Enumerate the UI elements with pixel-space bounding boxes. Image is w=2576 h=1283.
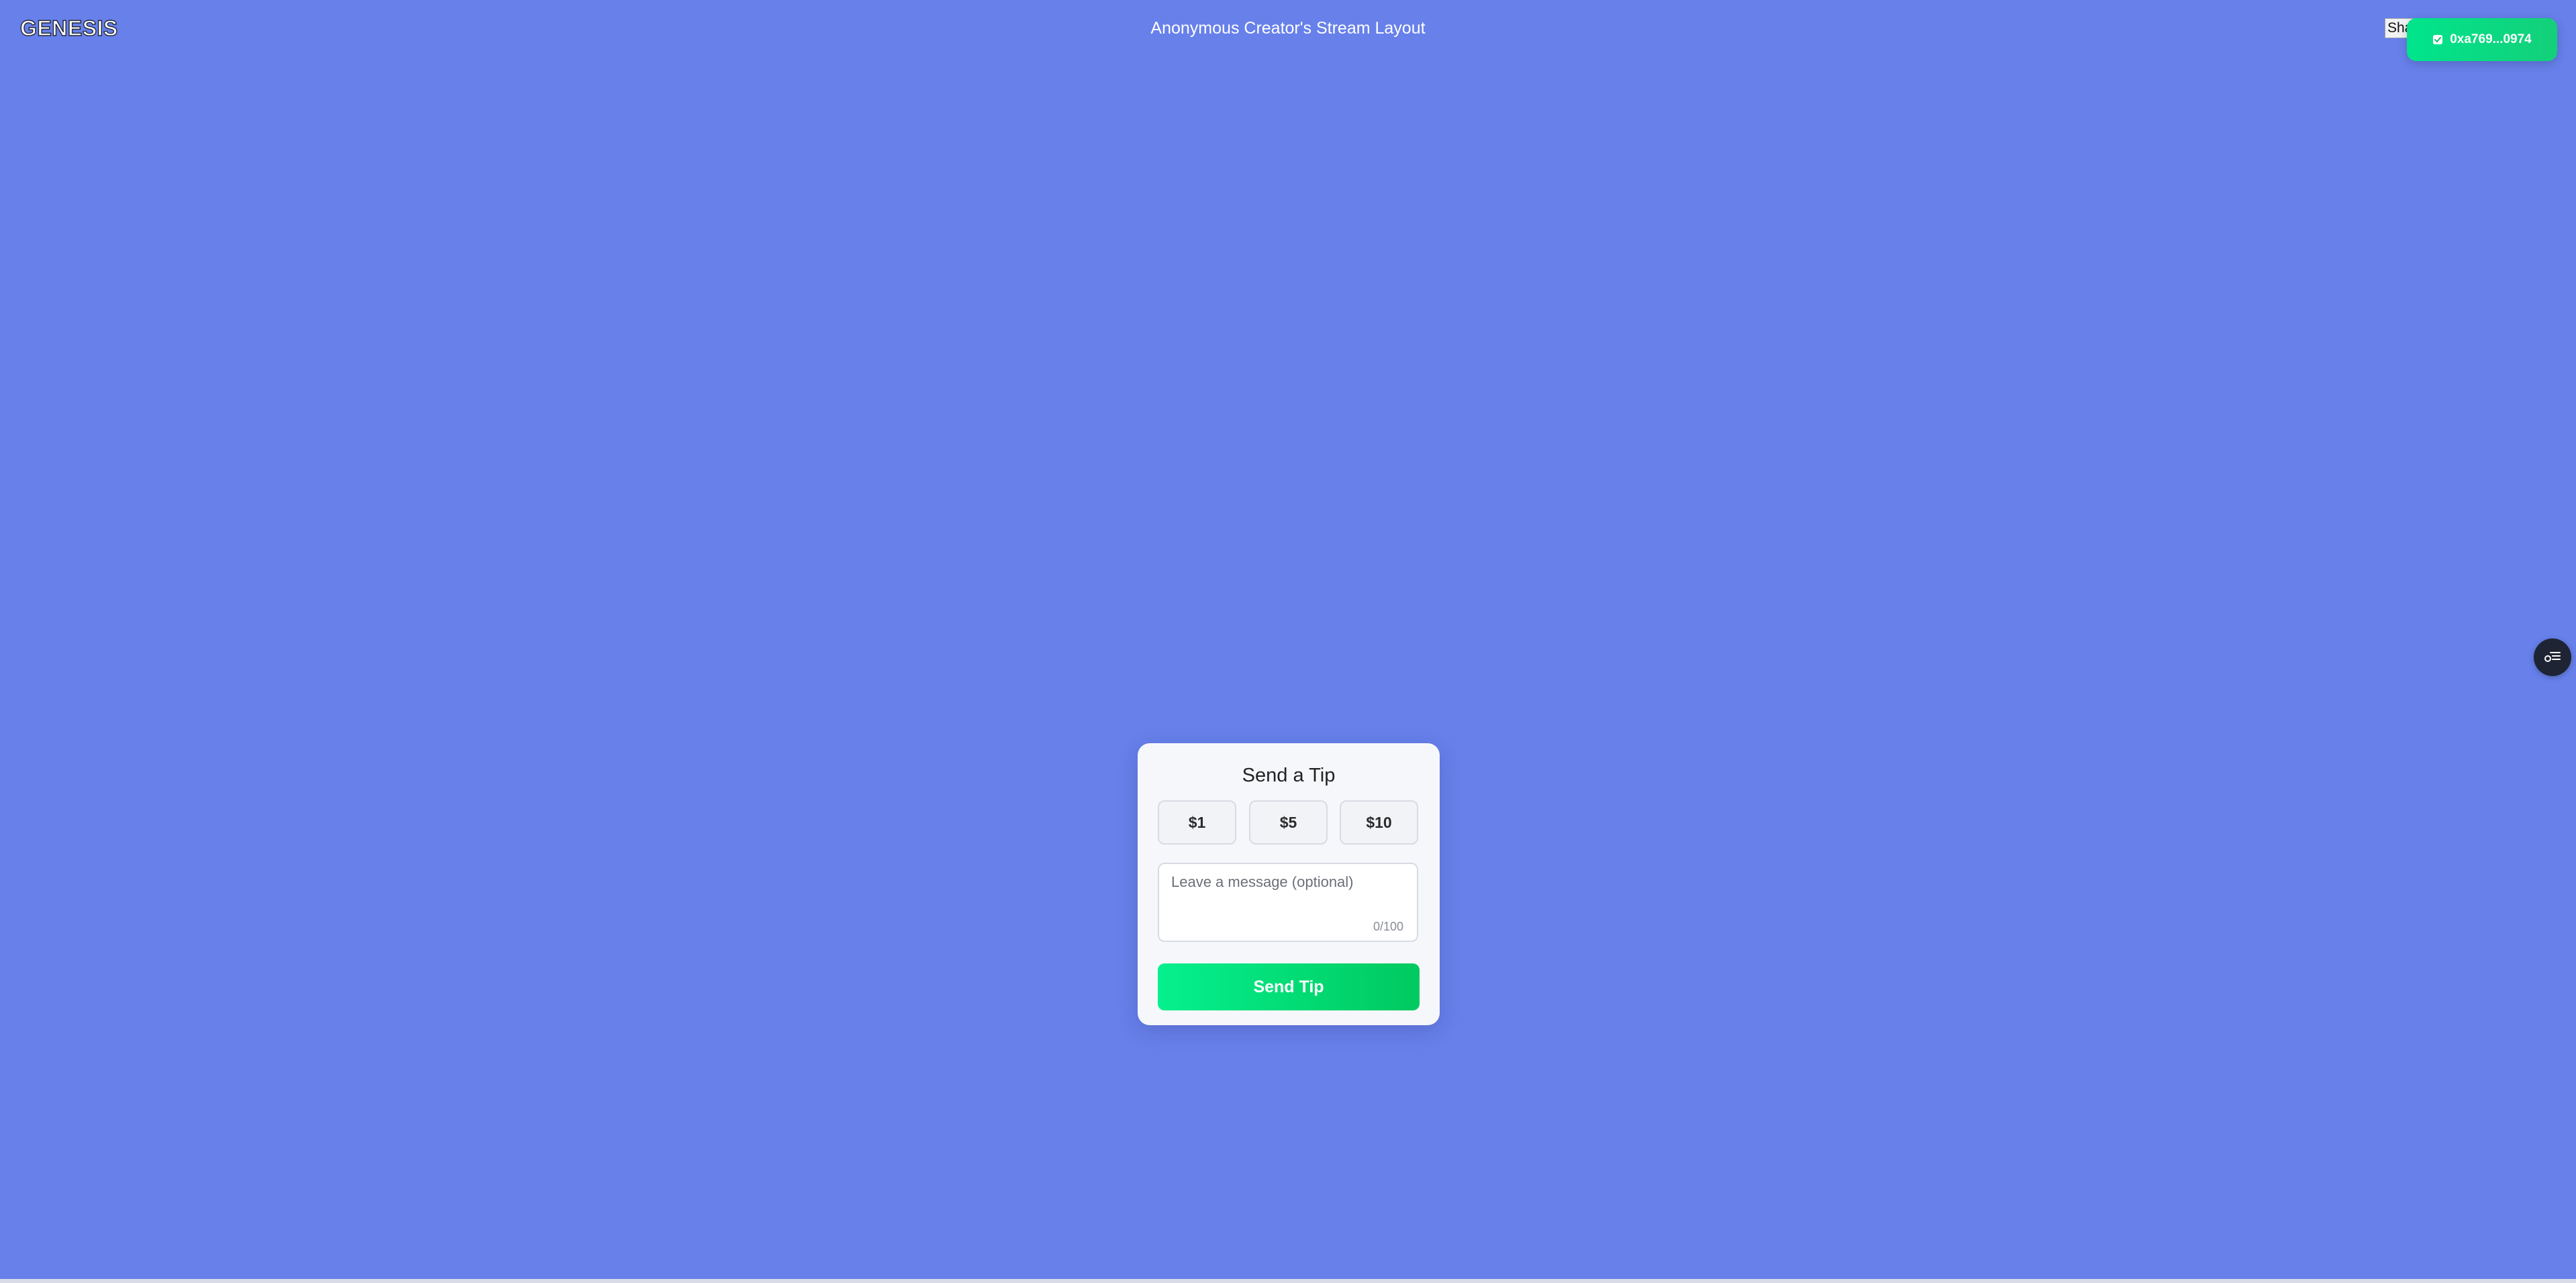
tip-amount-10-button[interactable]: $10 <box>1340 800 1418 845</box>
bottom-bar <box>0 1279 2576 1283</box>
stream-canvas <box>0 0 2576 1279</box>
tip-widget: Send a Tip $1 $5 $10 0/100 Send Tip <box>1138 743 1440 1025</box>
page-title: Anonymous Creator's Stream Layout <box>1150 19 1426 38</box>
wallet-address: 0xa769...0974 <box>2450 32 2532 46</box>
char-count: 0/100 <box>1373 920 1403 933</box>
message-field-container: 0/100 <box>1158 863 1418 942</box>
tip-amount-1-button[interactable]: $1 <box>1158 800 1236 845</box>
send-tip-button[interactable]: Send Tip <box>1158 963 1420 1010</box>
tip-title: Send a Tip <box>1242 765 1336 786</box>
wallet-address-chip[interactable]: 0xa769...0974 <box>2407 18 2557 61</box>
settings-list-icon <box>2544 649 2561 667</box>
check-icon <box>2432 34 2443 45</box>
settings-fab[interactable] <box>2534 638 2571 676</box>
tip-amount-5-button[interactable]: $5 <box>1249 800 1328 845</box>
